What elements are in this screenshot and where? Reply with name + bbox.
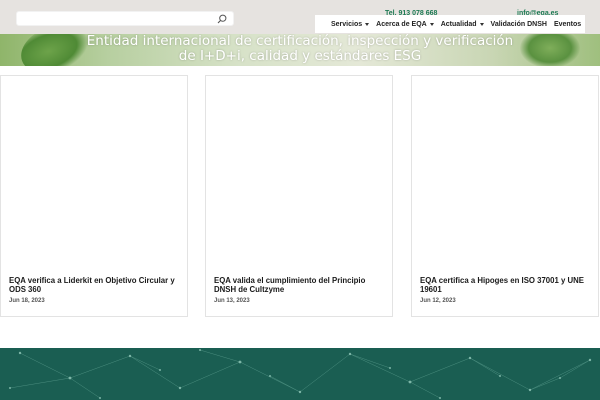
news-card-title[interactable]: EQA certifica a Hipoges en ISO 37001 y U… [420,276,595,294]
news-card[interactable]: EQA verifica a Liderkit en Objetivo Circ… [0,75,188,317]
nav-item-label: Validación DNSH [490,20,547,28]
search-input[interactable] [23,13,213,25]
chevron-down-icon [479,22,484,26]
nav-item-validacion-dnsh[interactable]: Validación DNSH [491,21,547,28]
nav-item-servicios[interactable]: Servicios [331,20,370,28]
news-card-title[interactable]: EQA valida el cumplimiento del Principio… [214,276,389,294]
news-card-date: Jun 12, 2023 [420,298,456,304]
news-card[interactable]: EQA certifica a Hipoges en ISO 37001 y U… [411,75,599,317]
nav-item-eventos[interactable]: Eventos [554,21,581,28]
nav-item-label: Actualidad [440,20,477,28]
main-nav: Servicios Acerca de EQA Actualidad Valid… [315,15,585,33]
nav-item-acerca-de-eqa[interactable]: Acerca de EQA [376,21,434,28]
leaf-image [520,34,580,66]
search-box[interactable] [16,11,234,26]
banner-title: Entidad internacional de certificación, … [86,34,514,64]
search-icon[interactable] [217,14,227,24]
news-card-date: Jun 13, 2023 [214,298,250,304]
nav-item-label: Eventos [553,20,582,28]
footer-network-background [0,348,600,400]
network-pattern [9,349,592,399]
news-card-title[interactable]: EQA verifica a Liderkit en Objetivo Circ… [9,276,184,294]
nav-item-actualidad[interactable]: Actualidad [441,21,484,28]
top-bar: Tel. 913 078 668 info@eqa.es Servicios A… [0,0,600,34]
news-card[interactable]: EQA valida el cumplimiento del Principio… [205,75,393,317]
nav-item-label: Acerca de EQA [376,20,427,28]
chevron-down-icon [429,22,434,26]
news-card-date: Jun 18, 2023 [9,298,45,304]
nav-item-label: Servicios [331,20,363,28]
chevron-down-icon [365,22,370,26]
hero-banner: Entidad internacional de certificación, … [0,34,600,66]
